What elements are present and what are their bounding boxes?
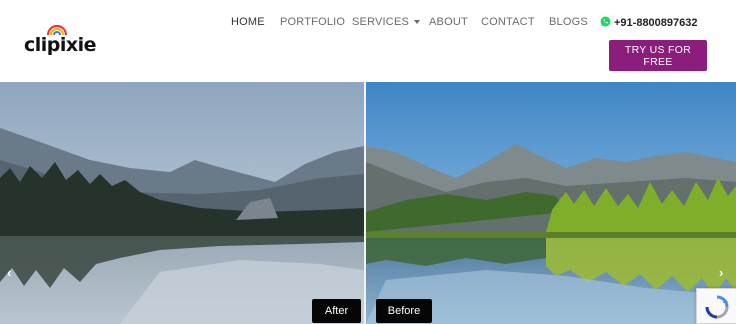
whatsapp-icon — [600, 16, 611, 27]
nav-item-services[interactable]: SERVICES — [352, 16, 421, 28]
logo-text: clipixie — [24, 34, 97, 56]
after-image — [0, 82, 364, 324]
before-image — [366, 82, 736, 324]
nav-item-contact[interactable]: CONTACT — [481, 16, 535, 28]
nav-item-services-label: SERVICES — [352, 16, 410, 28]
before-after-slider[interactable]: ‹ › After Before — [0, 82, 736, 324]
chevron-down-icon — [414, 20, 421, 25]
recaptcha-icon — [705, 295, 729, 319]
nav-item-blogs[interactable]: BLOGS — [549, 16, 588, 28]
nav-item-portfolio[interactable]: PORTFOLIO — [280, 16, 345, 28]
before-label: Before — [376, 299, 432, 323]
try-free-button[interactable]: TRY US FOR FREE — [609, 40, 707, 71]
nav-item-home[interactable]: HOME — [231, 16, 265, 28]
clipixie-logo[interactable]: clipixie — [24, 24, 97, 58]
site-header: clipixie HOME PORTFOLIO SERVICES ABOUT C… — [0, 0, 736, 82]
chevron-left-icon[interactable]: ‹ — [7, 265, 11, 280]
phone-number: +91-8800897632 — [614, 17, 698, 29]
phone-link[interactable]: +91-8800897632 — [600, 16, 698, 29]
chevron-right-icon[interactable]: › — [719, 265, 723, 280]
after-label: After — [312, 299, 361, 323]
nav-item-about[interactable]: ABOUT — [429, 16, 468, 28]
recaptcha-badge[interactable] — [696, 288, 736, 324]
